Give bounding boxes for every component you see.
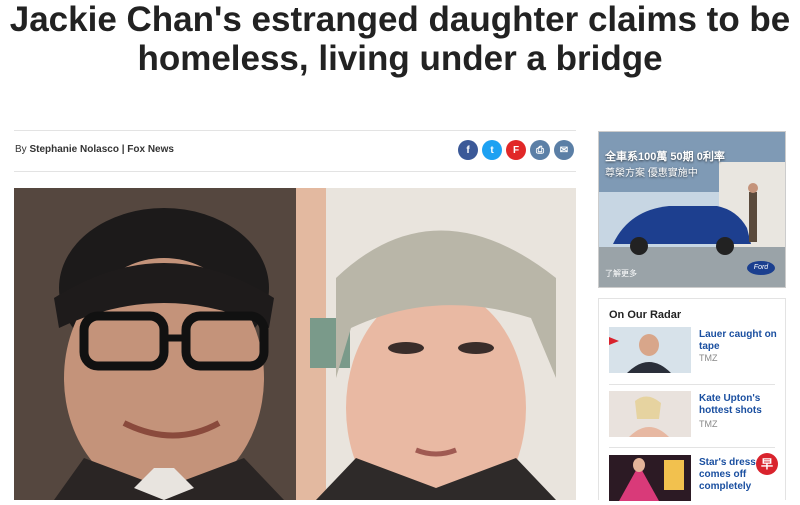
article-headline: Jackie Chan's estranged daughter claims … (9, 0, 791, 78)
radar-item-1[interactable]: Lauer caught on tape TMZ (609, 327, 779, 377)
radar-item-3[interactable]: Star's dress comes off completely (609, 455, 779, 505)
radar-divider (609, 384, 775, 385)
radar-item-source: TMZ (699, 353, 718, 363)
jackie-chan-portrait (14, 188, 296, 500)
radar-item-2[interactable]: Kate Upton's hottest shots TMZ (609, 391, 779, 441)
facebook-share-button[interactable]: f (458, 140, 478, 160)
ford-advertisement[interactable]: 全車系100萬 50期 0利率 尊榮方案 優惠實施中 了解更多 Ford (598, 131, 786, 288)
outlet-link[interactable]: Fox News (127, 144, 174, 155)
radar-item-source: TMZ (699, 419, 718, 429)
email-share-button[interactable]: ✉ (554, 140, 574, 160)
twitter-share-button[interactable]: t (482, 140, 502, 160)
radar-item-thumbnail (609, 327, 691, 373)
jackie-chan-photo (14, 188, 296, 500)
ad-subline: 尊榮方案 優惠實施中 (605, 168, 698, 179)
ad-headline: 全車系100萬 50期 0利率 (605, 151, 725, 163)
ford-logo: Ford (747, 261, 775, 275)
share-buttons: f t F ⎙ ✉ (458, 140, 574, 160)
twitter-icon: t (490, 144, 494, 156)
article-main-image (14, 188, 576, 500)
radar-title: On Our Radar (609, 309, 682, 321)
ad-promo-text: 全車系100萬 50期 0利率 尊榮方案 優惠實施中 (605, 148, 725, 179)
daughter-photo (296, 188, 576, 500)
byline: By Stephanie Nolasco | Fox News (15, 144, 174, 155)
author-link[interactable]: Stephanie Nolasco (29, 144, 118, 155)
flipboard-icon: F (512, 144, 520, 156)
byline-prefix: By (15, 144, 30, 155)
print-button[interactable]: ⎙ (530, 140, 550, 160)
ad-learn-more-link[interactable]: 了解更多 (605, 268, 637, 279)
radar-divider (609, 447, 775, 448)
daughter-portrait (296, 188, 576, 500)
email-icon: ✉ (559, 144, 569, 156)
radar-item-thumbnail (609, 391, 691, 437)
byline-bar: By Stephanie Nolasco | Fox News f t F ⎙ … (14, 130, 576, 172)
radar-item-headline[interactable]: Kate Upton's hottest shots (699, 393, 781, 417)
radar-item-thumbnail (609, 455, 691, 501)
flipboard-share-button[interactable]: F (506, 140, 526, 160)
facebook-icon: f (466, 144, 470, 156)
radar-item-headline[interactable]: Lauer caught on tape (699, 329, 781, 353)
print-icon: ⎙ (536, 144, 544, 156)
watermark-badge: 早 (756, 453, 778, 475)
